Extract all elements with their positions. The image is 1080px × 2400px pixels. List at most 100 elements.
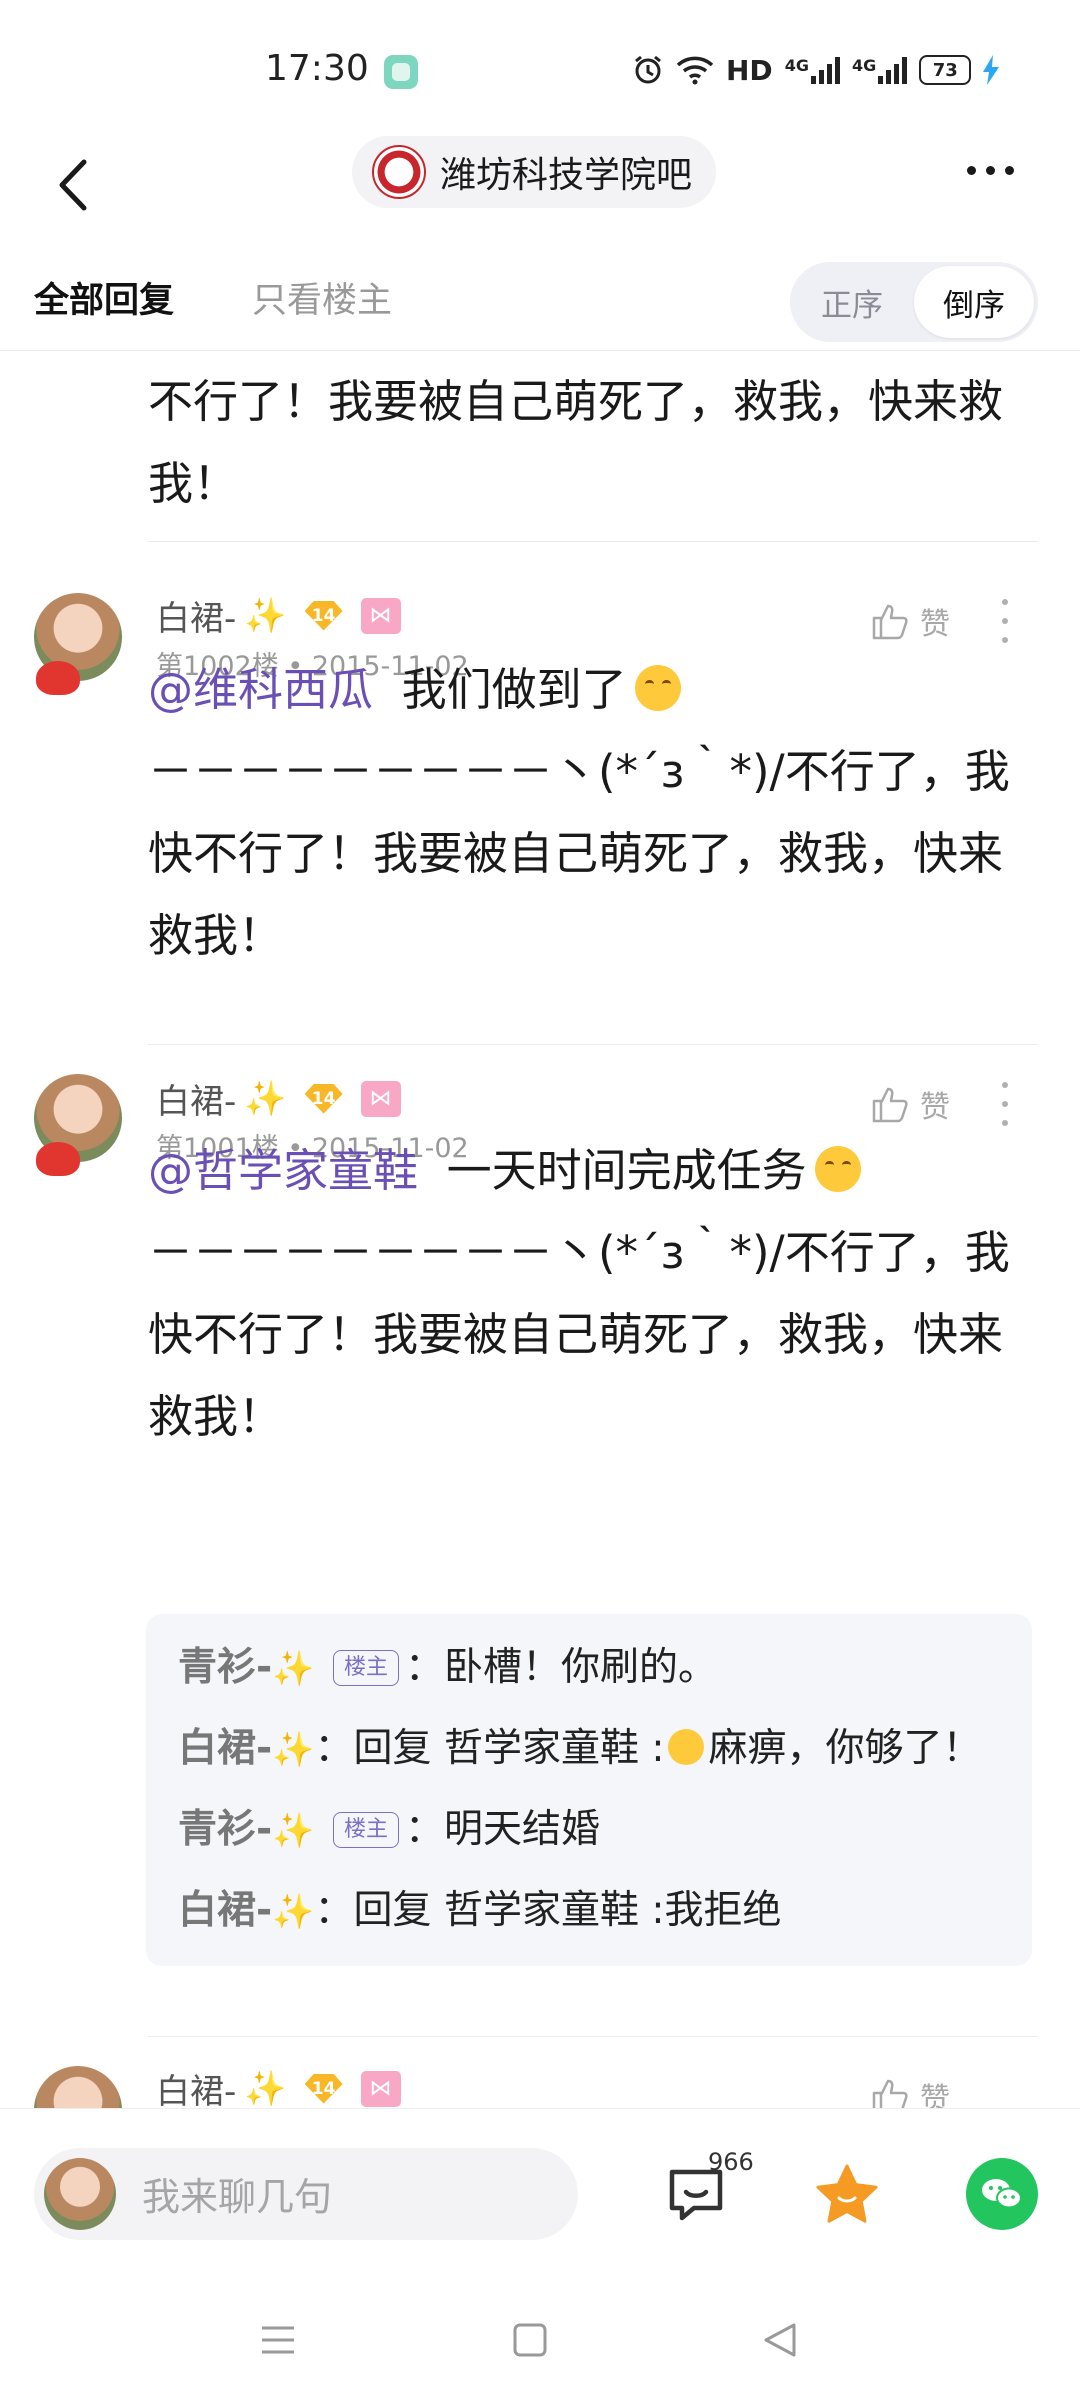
sub-reply: 青衫-✨ 楼主 ：卧槽！你刷的。 xyxy=(178,1628,1000,1709)
level-badge: 14 xyxy=(304,2073,343,2104)
post-first-line: @维科西瓜 我们做到了 xyxy=(148,649,1038,731)
mention-link[interactable]: @维科西瓜 xyxy=(148,663,373,716)
sparkle-icon: ✨ xyxy=(272,1649,315,1689)
sub-reply-separator: ： xyxy=(314,1888,354,1933)
avatar[interactable] xyxy=(34,2066,122,2108)
mention-link[interactable]: @哲学家童鞋 xyxy=(148,1144,418,1197)
divider xyxy=(148,2036,1038,2037)
sub-reply-prefix: 回复 哲学家童鞋 : xyxy=(353,1888,665,1933)
back-arrow-icon[interactable] xyxy=(40,150,110,220)
sort-descending-button[interactable]: 倒序 xyxy=(914,266,1034,338)
username-row: 白裙- ✨ 14 ⋈ xyxy=(156,1074,401,1123)
thumbs-up-icon xyxy=(872,1087,908,1123)
sparkle-icon: ✨ xyxy=(272,1892,315,1932)
host-tag: 楼主 xyxy=(332,1650,399,1686)
username[interactable]: 白裙- xyxy=(156,1074,236,1123)
level-badge: 14 xyxy=(304,1083,343,1114)
post-text: 我们做到了 xyxy=(401,663,627,716)
sort-toggle: 正序 倒序 xyxy=(790,262,1038,342)
like-button[interactable]: 赞 xyxy=(868,1082,950,1126)
sub-reply-author[interactable]: 白裙- xyxy=(178,1888,272,1933)
wechat-share-button[interactable] xyxy=(966,2158,1038,2230)
sort-ascending-button[interactable]: 正序 xyxy=(790,262,914,342)
divider xyxy=(148,1044,1038,1045)
charging-icon xyxy=(983,55,1000,85)
favorite-star-icon[interactable] xyxy=(812,2160,882,2230)
username[interactable]: 白裙- xyxy=(156,591,236,640)
bow-badge-icon: ⋈ xyxy=(360,1080,401,1117)
like-button[interactable]: 赞 xyxy=(868,599,950,643)
sub-reply: 青衫-✨ 楼主 ：明天结婚 xyxy=(178,1790,1000,1871)
back-triangle-icon[interactable] xyxy=(760,2320,800,2360)
username[interactable]: 白裙- xyxy=(156,2064,236,2108)
wifi-icon xyxy=(676,56,714,85)
tab-host-only[interactable]: 只看楼主 xyxy=(252,272,392,323)
reply-input[interactable] xyxy=(140,2168,564,2226)
avatar-frame-decoration xyxy=(36,1142,80,1176)
thumbs-up-icon xyxy=(872,2079,908,2108)
sub-reply-separator: ： xyxy=(404,1807,444,1852)
status-icons: HD 4G 4G 73 xyxy=(632,50,1000,90)
home-square-icon[interactable] xyxy=(510,2320,550,2360)
bow-badge-icon: ⋈ xyxy=(360,2070,401,2107)
net1-label: 4G xyxy=(784,56,809,75)
sub-reply-text: 麻痹，你够了！ xyxy=(708,1726,982,1771)
sub-reply-separator: ： xyxy=(404,1645,444,1690)
post-more-button[interactable] xyxy=(995,599,1015,643)
my-avatar xyxy=(44,2158,116,2230)
sparkle-icon: ✨ xyxy=(244,1078,287,1119)
sub-reply-text: 我拒绝 xyxy=(664,1888,782,1933)
sparkle-icon: ✨ xyxy=(244,595,287,636)
previous-post-tail: 不行了！我要被自己萌死了，救我，快来救我！ xyxy=(148,375,1004,510)
post-text: 一天时间完成任务 xyxy=(446,1144,807,1197)
sub-reply-text: 卧槽！你刷的。 xyxy=(443,1645,717,1690)
unamused-emoji-icon xyxy=(668,1729,705,1765)
sparkle-icon: ✨ xyxy=(272,1730,315,1770)
sub-reply-author[interactable]: 青衫- xyxy=(178,1807,272,1852)
sub-reply-box[interactable]: 青衫-✨ 楼主 ：卧槽！你刷的。 白裙-✨：回复 哲学家童鞋 : 麻痹，你够了！ 青… xyxy=(146,1614,1032,1966)
bow-badge-icon: ⋈ xyxy=(360,597,401,634)
sub-reply: 白裙-✨：回复 哲学家童鞋 :我拒绝 xyxy=(178,1871,1000,1952)
signal-1: 4G xyxy=(785,56,840,84)
host-tag: 楼主 xyxy=(332,1812,399,1848)
laughing-emoji-icon xyxy=(634,665,681,711)
sparkle-icon: ✨ xyxy=(272,1811,315,1851)
sub-reply-author[interactable]: 白裙- xyxy=(178,1726,272,1771)
sparkle-icon: ✨ xyxy=(244,2068,287,2109)
sub-reply-text: 明天结婚 xyxy=(443,1807,600,1852)
app-notification-icon xyxy=(384,55,418,89)
forum-name: 潍坊科技学院吧 xyxy=(440,155,693,196)
thumbs-up-icon xyxy=(872,604,908,640)
sub-reply: 白裙-✨：回复 哲学家童鞋 : 麻痹，你够了！ xyxy=(178,1709,1000,1790)
tab-all-replies[interactable]: 全部回复 xyxy=(34,272,174,323)
post-first-line: @哲学家童鞋 一天时间完成任务 xyxy=(148,1130,1038,1212)
forum-title-pill[interactable]: 潍坊科技学院吧 xyxy=(352,136,717,208)
like-label: 赞 xyxy=(920,607,950,642)
avatar-frame-decoration xyxy=(36,661,80,695)
post-more-button[interactable] xyxy=(995,1082,1015,1126)
battery-level: 73 xyxy=(932,59,958,81)
post-content: －－－－－－－－－丶(*´з｀*)/不行了，我快不行了！我要被自己萌死了，救我，… xyxy=(148,1226,1010,1443)
comment-count-badge: 966 xyxy=(708,2148,754,2176)
sub-reply-author[interactable]: 青衫- xyxy=(178,1645,272,1690)
like-button[interactable]: 赞 xyxy=(868,2074,950,2108)
sub-reply-separator: ： xyxy=(314,1726,354,1771)
alarm-icon xyxy=(635,55,661,84)
like-label: 赞 xyxy=(920,2082,950,2108)
net2-label: 4G xyxy=(851,56,877,75)
reply-list: 不行了！我要被自己萌死了，救我，快来救我！ 白裙- ✨ 14 ⋈ 第1002楼 … xyxy=(0,351,1080,2108)
post-body: @维科西瓜 我们做到了 －－－－－－－－－丶(*´з｀*)/不行了，我快不行了！… xyxy=(148,649,1038,977)
status-time: 17:30 xyxy=(265,48,369,89)
post-body: @哲学家童鞋 一天时间完成任务 －－－－－－－－－丶(*´з｀*)/不行了，我快… xyxy=(148,1130,1038,1458)
laughing-emoji-icon xyxy=(814,1146,861,1192)
signal-2: 4G xyxy=(851,56,908,84)
system-navigation-bar xyxy=(0,2280,1080,2400)
battery-icon: 73 xyxy=(919,55,972,85)
menu-icon[interactable] xyxy=(258,2320,298,2360)
more-options-button[interactable] xyxy=(950,140,1030,200)
username-row: 白裙- ✨ 14 ⋈ xyxy=(156,591,401,640)
like-label: 赞 xyxy=(920,1090,950,1125)
forum-logo xyxy=(372,145,426,199)
wechat-icon xyxy=(982,2179,1022,2209)
sub-reply-prefix: 回复 哲学家童鞋 : xyxy=(353,1726,665,1771)
